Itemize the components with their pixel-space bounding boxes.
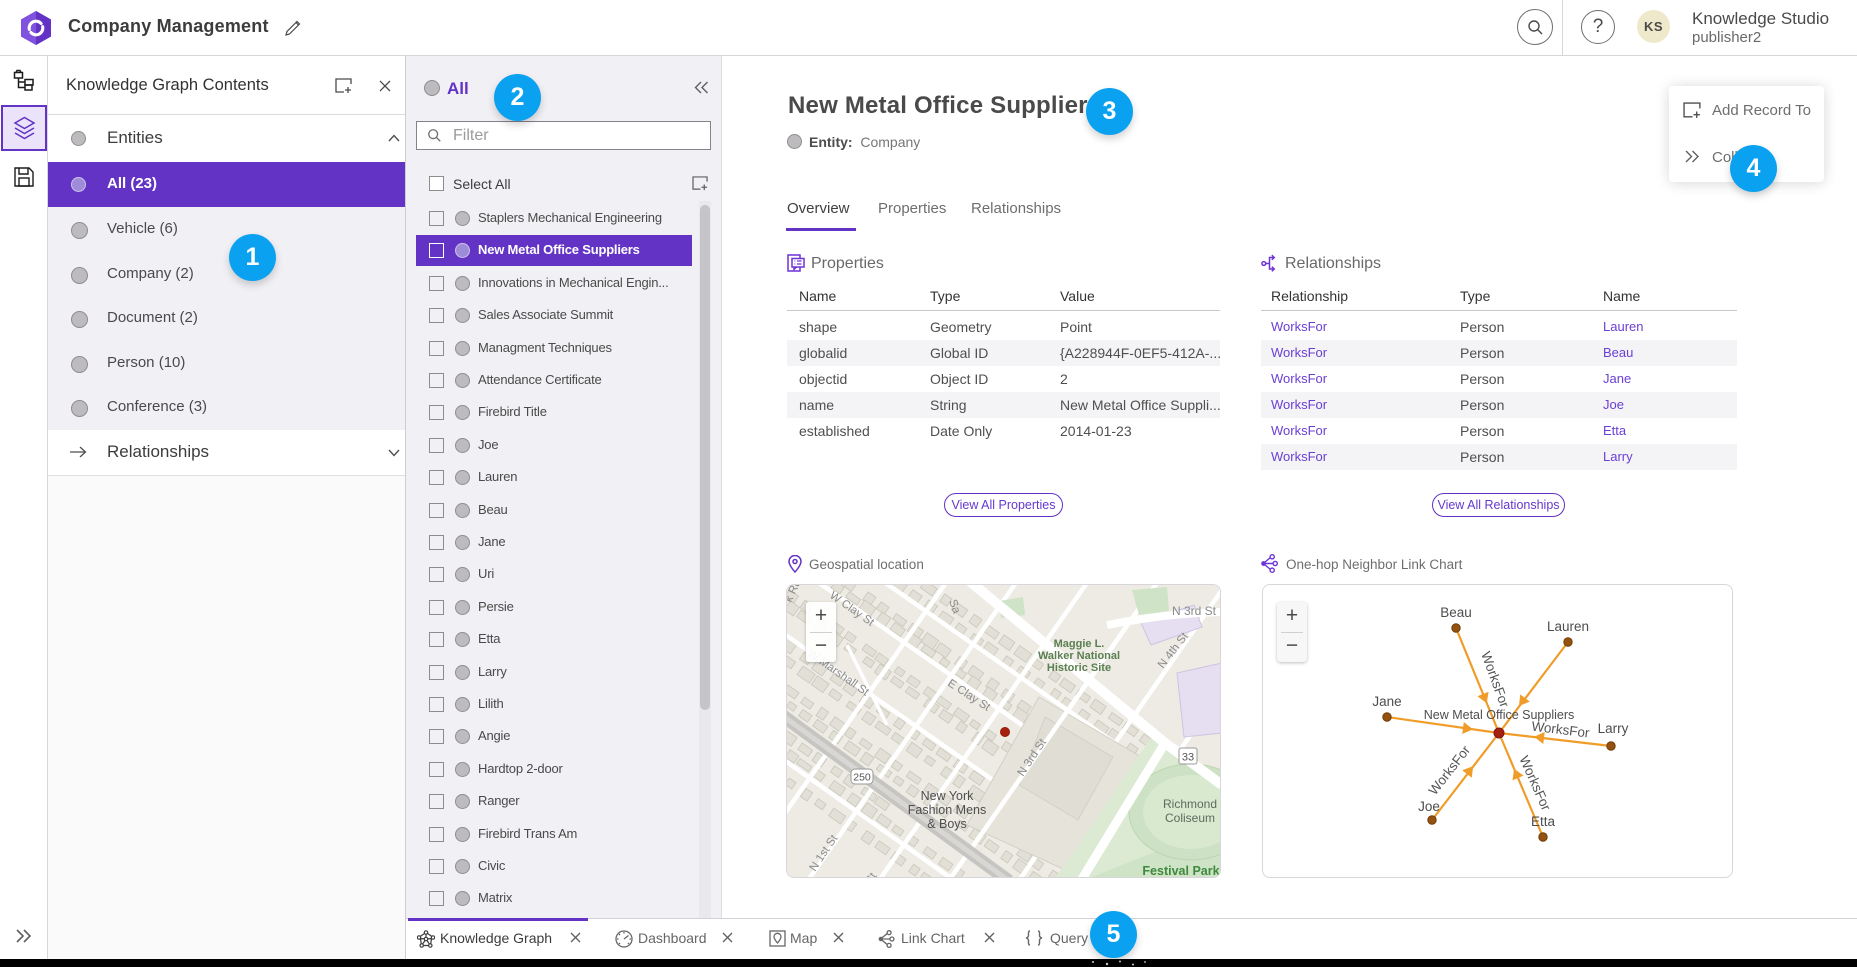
svg-text:Fashion Mens: Fashion Mens [908, 803, 987, 817]
svg-text:WorksFor: WorksFor [1478, 650, 1512, 710]
svg-text:Larry: Larry [1598, 721, 1629, 736]
svg-text:& Boys: & Boys [927, 817, 967, 831]
svg-text:Beau: Beau [1440, 605, 1472, 620]
svg-text:250: 250 [853, 772, 871, 784]
svg-text:33: 33 [1182, 752, 1194, 764]
svg-text:New York: New York [921, 789, 975, 803]
svg-text:Walker National: Walker National [1038, 650, 1120, 662]
svg-text:N 3rd St: N 3rd St [1172, 604, 1217, 618]
svg-text:New Metal Office Suppliers: New Metal Office Suppliers [1424, 708, 1575, 722]
svg-text:Joe: Joe [1418, 799, 1440, 814]
svg-text:Coliseum: Coliseum [1165, 811, 1215, 825]
svg-text:Maggie L.: Maggie L. [1054, 638, 1105, 650]
svg-text:WorksFor: WorksFor [1516, 754, 1554, 814]
svg-text:Jane: Jane [1372, 694, 1401, 709]
svg-text:Richmond: Richmond [1163, 797, 1217, 811]
svg-text:Lauren: Lauren [1547, 619, 1589, 634]
svg-text:Etta: Etta [1531, 814, 1556, 829]
svg-text:Historic Site: Historic Site [1047, 662, 1111, 674]
svg-text:Festival Park: Festival Park [1142, 864, 1219, 878]
